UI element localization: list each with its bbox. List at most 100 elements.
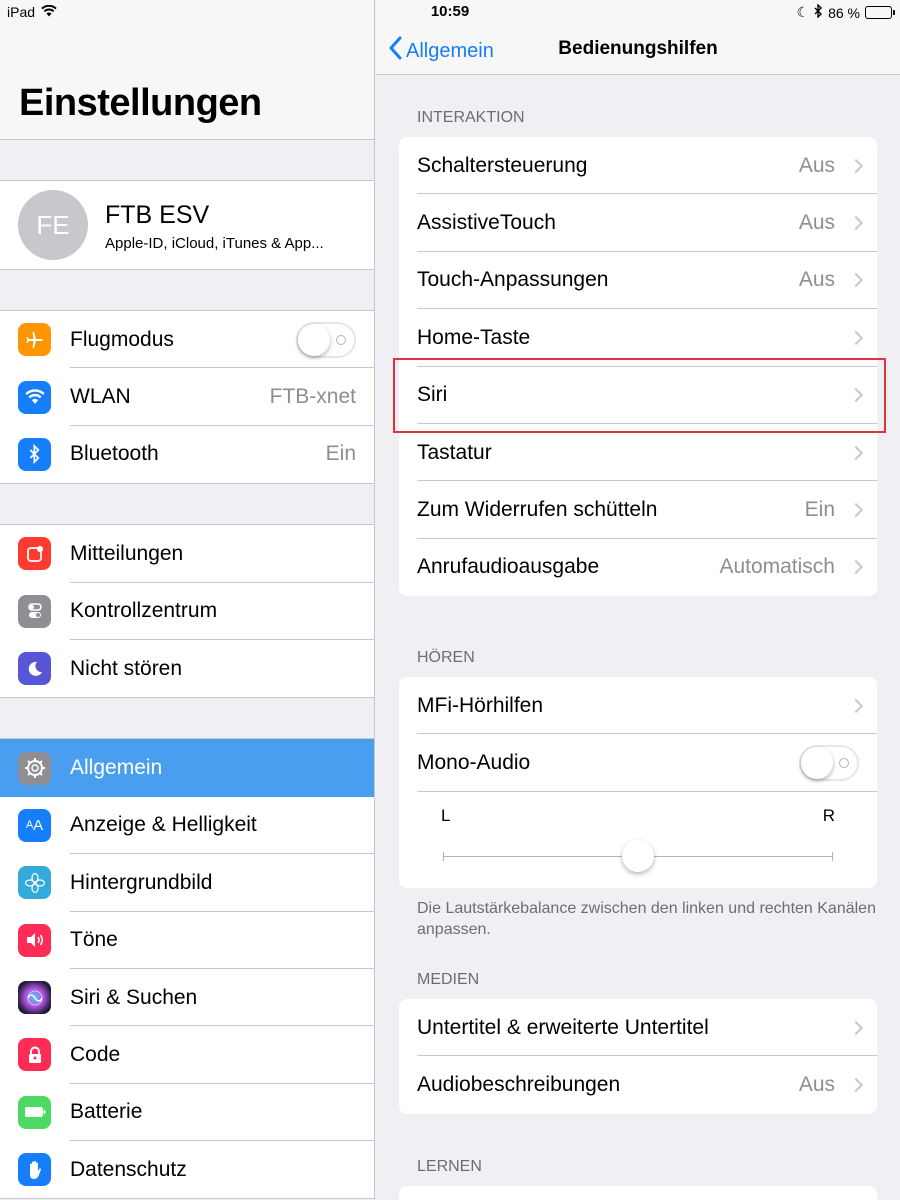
row-label: AssistiveTouch xyxy=(417,211,556,235)
sidebar-item-label: Batterie xyxy=(70,1100,143,1124)
sidebar-item-label: Datenschutz xyxy=(70,1157,187,1181)
sidebar-item-label: Kontrollzentrum xyxy=(70,599,218,623)
row-widerrufen[interactable]: Zum Widerrufen schütteln Ein xyxy=(399,481,877,539)
lock-icon xyxy=(18,1038,51,1072)
sidebar-item-flugmodus[interactable]: Flugmodus xyxy=(0,311,374,369)
detail-pane: Allgemein Bedienungshilfen INTERAKTION S… xyxy=(376,0,900,1200)
sidebar-item-label: Allgemein xyxy=(70,756,163,780)
siri-icon xyxy=(18,981,51,1015)
row-schaltersteuerung[interactable]: Schaltersteuerung Aus xyxy=(399,137,877,195)
sidebar-item-kontrollzentrum[interactable]: Kontrollzentrum xyxy=(0,583,374,640)
sidebar-item-code[interactable]: Code xyxy=(0,1026,374,1084)
sidebar-item-label: Anzeige & Helligkeit xyxy=(70,813,257,837)
row-label: MFi-Hörhilfen xyxy=(417,693,544,717)
row-tastatur[interactable]: Tastatur xyxy=(399,424,877,482)
row-label: Anrufaudioausgabe xyxy=(417,555,600,579)
section-header-media: MEDIEN xyxy=(417,971,480,988)
chevron-right-icon xyxy=(848,158,864,173)
sidebar-item-label: WLAN xyxy=(70,385,131,409)
row-value: Aus xyxy=(798,1073,835,1097)
row-audiobeschreibungen[interactable]: Audiobeschreibungen Aus xyxy=(399,1056,877,1113)
sidebar-item-label: Flugmodus xyxy=(70,327,174,351)
row-assistivetouch[interactable]: AssistiveTouch Aus xyxy=(399,194,877,252)
sidebar-item-mitteilungen[interactable]: Mitteilungen xyxy=(0,525,374,583)
sidebar-item-label: Siri & Suchen xyxy=(70,985,198,1009)
chevron-right-icon xyxy=(848,698,864,713)
row-label: Schaltersteuerung xyxy=(417,153,588,177)
row-untertitel[interactable]: Untertitel & erweiterte Untertitel xyxy=(399,999,877,1057)
profile-name: FTB ESV xyxy=(105,201,210,229)
gear-icon xyxy=(18,751,51,785)
chevron-right-icon xyxy=(848,560,864,575)
row-label: Untertitel & erweiterte Untertitel xyxy=(417,1015,709,1039)
chevron-right-icon xyxy=(848,330,864,345)
battery-icon xyxy=(18,1095,51,1129)
wlan-value: FTB-xnet xyxy=(269,385,356,409)
sidebar-item-datenschutz[interactable]: Datenschutz xyxy=(0,1141,374,1198)
profile-row[interactable]: FE FTB ESV Apple-ID, iCloud, iTunes & Ap… xyxy=(0,180,374,270)
row-mfi-hoerhilfen[interactable]: MFi-Hörhilfen xyxy=(399,677,877,735)
hand-icon xyxy=(18,1153,51,1187)
sidebar-item-siri[interactable]: Siri & Suchen xyxy=(0,969,374,1027)
avatar: FE xyxy=(18,190,88,260)
section-header-interaction: INTERAKTION xyxy=(417,109,525,126)
sidebar-group-notifications: Mitteilungen Kontrollzentrum Nicht störe… xyxy=(0,524,374,699)
row-siri[interactable]: Siri xyxy=(399,367,877,424)
airplane-mode-toggle[interactable] xyxy=(296,321,356,358)
bluetooth-value: Ein xyxy=(325,442,356,466)
notifications-icon xyxy=(18,537,51,571)
wallpaper-icon xyxy=(18,866,51,900)
sidebar-item-wlan[interactable]: WLAN FTB-xnet xyxy=(0,368,374,426)
balance-slider-knob[interactable] xyxy=(622,839,654,872)
row-value: Aus xyxy=(798,211,835,235)
sidebar-item-label: Mitteilungen xyxy=(70,541,184,565)
sidebar-item-label: Hintergrundbild xyxy=(70,870,213,894)
balance-right-label: R xyxy=(822,805,835,825)
page-title: Einstellungen xyxy=(19,82,262,124)
bluetooth-status-icon xyxy=(814,3,823,21)
sidebar-item-anzeige[interactable]: AA Anzeige & Helligkeit xyxy=(0,797,374,855)
learning-card xyxy=(399,1186,877,1200)
speaker-icon xyxy=(18,923,51,957)
battery-percent: 86 % xyxy=(828,4,860,21)
sidebar-item-bluetooth[interactable]: Bluetooth Ein xyxy=(0,426,374,483)
chevron-right-icon xyxy=(848,502,864,518)
wifi-icon xyxy=(18,380,51,414)
interaction-card: Schaltersteuerung Aus AssistiveTouch Aus… xyxy=(399,137,877,597)
hearing-card: MFi-Hörhilfen Mono-Audio L R xyxy=(399,677,877,888)
status-right: ☾ 86 % xyxy=(797,3,895,21)
sidebar-item-label: Bluetooth xyxy=(70,442,159,466)
sidebar-item-nicht-stoeren[interactable]: Nicht stören xyxy=(0,640,374,697)
profile-subtitle: Apple-ID, iCloud, iTunes & App... xyxy=(105,235,324,252)
row-mono-audio: Mono-Audio xyxy=(399,734,877,792)
chevron-right-icon xyxy=(848,388,864,403)
media-card: Untertitel & erweiterte Untertitel Audio… xyxy=(399,999,877,1114)
sidebar-item-allgemein[interactable]: Allgemein xyxy=(0,739,374,797)
bluetooth-icon xyxy=(18,437,51,471)
control-center-icon xyxy=(18,594,51,628)
balance-left-label: L xyxy=(441,805,451,825)
row-label: Zum Widerrufen schütteln xyxy=(417,498,658,522)
section-header-hearing: HÖREN xyxy=(417,649,475,666)
sidebar-item-batterie[interactable]: Batterie xyxy=(0,1084,374,1142)
row-label: Tastatur xyxy=(417,440,492,464)
row-touch-anpassungen[interactable]: Touch-Anpassungen Aus xyxy=(399,252,877,310)
row-home-taste[interactable]: Home-Taste xyxy=(399,309,877,367)
sidebar-item-label: Nicht stören xyxy=(70,656,183,680)
sidebar-item-hintergrundbild[interactable]: Hintergrundbild xyxy=(0,854,374,912)
battery-icon xyxy=(865,6,895,19)
row-anrufaudioausgabe[interactable]: Anrufaudioausgabe Automatisch xyxy=(399,539,877,596)
nav-title: Bedienungshilfen xyxy=(558,38,718,59)
row-label: Siri xyxy=(417,383,448,407)
row-value: Automatisch xyxy=(719,555,835,579)
row-label: Home-Taste xyxy=(417,325,531,349)
status-time: 10:59 xyxy=(430,3,470,20)
chevron-right-icon xyxy=(848,273,864,288)
text-size-icon: AA xyxy=(18,808,51,842)
sidebar-item-toene[interactable]: Töne xyxy=(0,912,374,969)
sidebar-group-connectivity: Flugmodus WLAN FTB-xnet Bluetooth Ein xyxy=(0,310,374,485)
row-value: Aus xyxy=(798,268,835,292)
mono-audio-toggle[interactable] xyxy=(799,745,859,782)
chevron-right-icon xyxy=(848,1020,864,1035)
row-value: Ein xyxy=(804,498,835,522)
